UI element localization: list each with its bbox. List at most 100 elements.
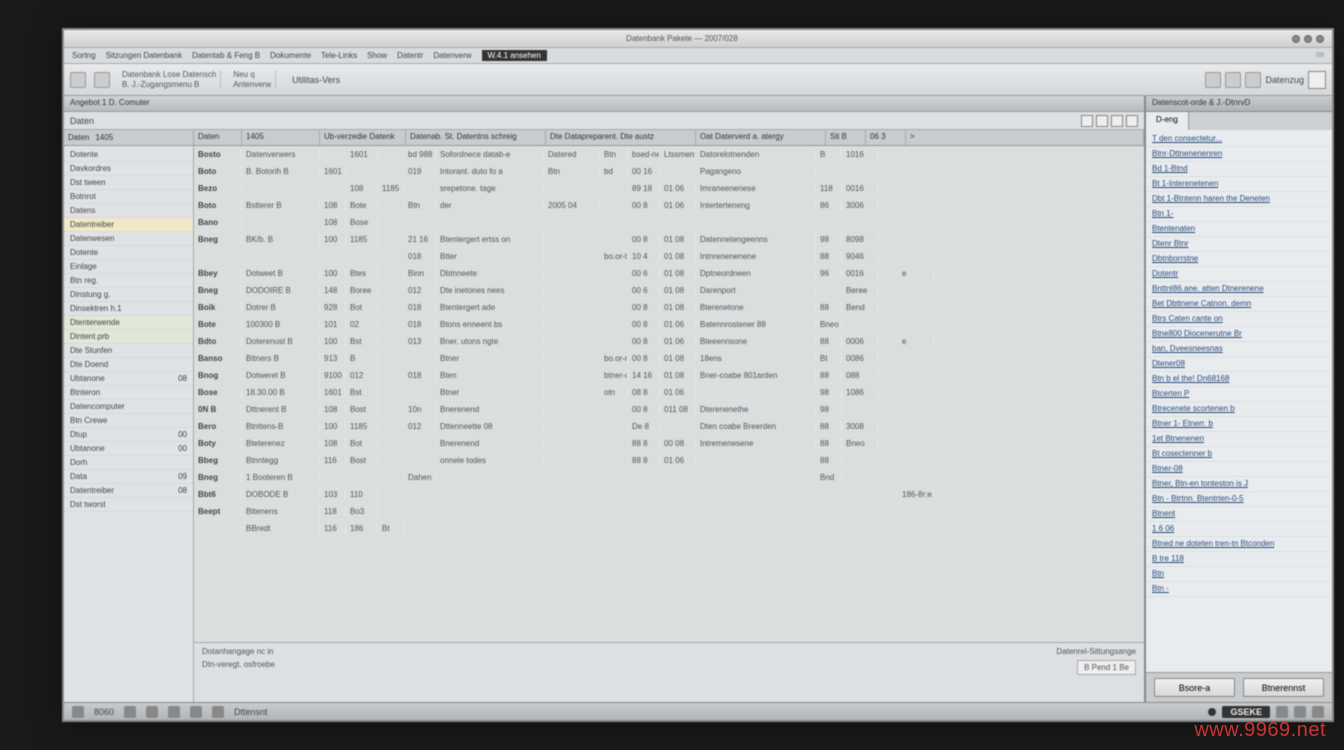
- apply-button[interactable]: Bsore-a: [1154, 678, 1235, 697]
- status-icon[interactable]: [1294, 706, 1306, 718]
- grid-col-header[interactable]: 1405: [242, 130, 320, 145]
- ctrl-icon[interactable]: [1081, 115, 1093, 127]
- list-item[interactable]: Dotentr: [1148, 267, 1330, 282]
- grid-col-header[interactable]: Daten: [194, 130, 242, 145]
- tree-item[interactable]: Data09: [64, 470, 193, 484]
- table-row[interactable]: BoikDotrer B928Bot018Btentergert ade00 8…: [194, 299, 1144, 316]
- table-row[interactable]: Bose18.30.00 B1601BstBtnerotn08 801 0698…: [194, 384, 1144, 401]
- tree-item[interactable]: Ubtanone00: [64, 442, 193, 456]
- grid-col-header[interactable]: Datenab. St. Datentns schreig: [406, 130, 546, 145]
- close-icon[interactable]: [1316, 35, 1324, 43]
- table-row[interactable]: BeroBtnttens-B1001185012Dttenneette 08De…: [194, 418, 1144, 435]
- menu-item[interactable]: Dokumente: [270, 51, 311, 60]
- menu-item[interactable]: Show: [367, 51, 387, 60]
- table-row[interactable]: Bneg1 Booteren BDahenBnd: [194, 469, 1144, 486]
- table-row[interactable]: 018Btterbo.or-te10 401 08Intnrenenenene8…: [194, 248, 1144, 265]
- ctrl-icon[interactable]: [1096, 115, 1108, 127]
- grid-col-header[interactable]: 06 3: [866, 130, 906, 145]
- toolbar-tab[interactable]: Antenverw: [233, 80, 271, 89]
- window-controls[interactable]: [1292, 35, 1324, 43]
- list-item[interactable]: Dtener08: [1148, 357, 1330, 372]
- menu-item[interactable]: Datentab & Feng B: [192, 51, 260, 60]
- table-row[interactable]: Bano108Bose: [194, 214, 1144, 231]
- table-row[interactable]: Bezo1081185srepetone. tage89 1801 06Imra…: [194, 180, 1144, 197]
- list-item[interactable]: Btn b el the! Dn68168: [1148, 372, 1330, 387]
- tree-item[interactable]: Datencomputer: [64, 400, 193, 414]
- max-icon[interactable]: [1304, 35, 1312, 43]
- ctrl-icon[interactable]: [1111, 115, 1123, 127]
- menu-item[interactable]: Sitzungen Datenbank: [106, 51, 183, 60]
- status-icon[interactable]: [168, 706, 180, 718]
- list-item[interactable]: Bt cosectenner b: [1148, 447, 1330, 462]
- tree-item[interactable]: Btnteron: [64, 386, 193, 400]
- list-item[interactable]: Btrs Caten cante on: [1148, 312, 1330, 327]
- table-row[interactable]: BeeptBttenens118Bo3: [194, 503, 1144, 520]
- tool-icon[interactable]: [70, 72, 86, 88]
- toolbar-tab[interactable]: Neu q: [233, 70, 271, 79]
- tree-item[interactable]: Dtup00: [64, 428, 193, 442]
- cancel-button[interactable]: Btnerennst: [1243, 678, 1324, 697]
- list-item[interactable]: Dbt 1-Btntenn haren the Deneten: [1148, 192, 1330, 207]
- tree-item[interactable]: Dinstung g.: [64, 288, 193, 302]
- menu-item[interactable]: Datenverw: [433, 51, 471, 60]
- menu-item[interactable]: Sortng: [72, 51, 96, 60]
- tree-item[interactable]: Dtenterwende: [64, 316, 193, 330]
- menu-item-active[interactable]: W.4.1 ansehen: [482, 50, 547, 61]
- table-row[interactable]: BBredt116186Bt: [194, 520, 1144, 537]
- status-icon[interactable]: [124, 706, 136, 718]
- tree-item[interactable]: Ubtanone08: [64, 372, 193, 386]
- list-item[interactable]: 1et Btnenenen: [1148, 432, 1330, 447]
- table-row[interactable]: BnegDODOIRE B148Boree012Dte inetones nee…: [194, 282, 1144, 299]
- tool-icon[interactable]: [1205, 72, 1221, 88]
- table-row[interactable]: BotyBteterenez108BotBnerenend88 800 08In…: [194, 435, 1144, 452]
- status-icon[interactable]: [1312, 706, 1324, 718]
- list-item[interactable]: Btner, Btn-en tonteston is J: [1148, 477, 1330, 492]
- tool-box[interactable]: [1308, 71, 1326, 89]
- table-row[interactable]: Bote100300 B10102018Btons enneent bs00 8…: [194, 316, 1144, 333]
- ctrl-icon[interactable]: [1126, 115, 1138, 127]
- tool-icon[interactable]: [1245, 72, 1261, 88]
- tab-properties[interactable]: D-eng: [1146, 112, 1189, 130]
- list-item[interactable]: Btcerten P: [1148, 387, 1330, 402]
- list-item[interactable]: Btn 1-: [1148, 207, 1330, 222]
- tree-item[interactable]: Btn reg.: [64, 274, 193, 288]
- list-item[interactable]: Btrecenete scortenen b: [1148, 402, 1330, 417]
- table-row[interactable]: BotoBstterer B108BoteBtnder2005 0400 801…: [194, 197, 1144, 214]
- tree-item[interactable]: Btn Crewe: [64, 414, 193, 428]
- list-item[interactable]: 1 6 06: [1148, 522, 1330, 537]
- grid-col-header[interactable]: Ub-verzedie Datenk: [320, 130, 406, 145]
- tool-icon[interactable]: [94, 72, 110, 88]
- table-row[interactable]: BnogDotweret B9100012018Btenbtner-often1…: [194, 367, 1144, 384]
- list-item[interactable]: Btned ne doteten tren-tn Btconden: [1148, 537, 1330, 552]
- list-item[interactable]: Btn: [1148, 567, 1330, 582]
- table-row[interactable]: BnegBK/b. B100118521 16Btentergert ertss…: [194, 231, 1144, 248]
- status-icon[interactable]: [1276, 706, 1288, 718]
- tree-item[interactable]: Einlage: [64, 260, 193, 274]
- list-item[interactable]: Btner-08: [1148, 462, 1330, 477]
- list-item[interactable]: ban, Dveesneesnas: [1148, 342, 1330, 357]
- table-row[interactable]: BbegBtnntegg116Bostonnele todes88 801 06…: [194, 452, 1144, 469]
- status-icon[interactable]: [212, 706, 224, 718]
- menu-item[interactable]: Tele-Links: [321, 51, 357, 60]
- footer-field[interactable]: B Pend 1 Be: [1077, 660, 1136, 675]
- table-row[interactable]: Bbt6DOBODE B103110186-8r:e.8e8: [194, 486, 1144, 503]
- list-item[interactable]: Btner 1- Etnerr. b: [1148, 417, 1330, 432]
- list-item[interactable]: Btentenaten: [1148, 222, 1330, 237]
- list-item[interactable]: Dbtnborrstne: [1148, 252, 1330, 267]
- tree-item[interactable]: Botnrot: [64, 190, 193, 204]
- table-row[interactable]: BansoBttners B913BBtnerbo.or-re00 801 08…: [194, 350, 1144, 367]
- tree-item[interactable]: Dte Doend: [64, 358, 193, 372]
- list-item[interactable]: Bet Dbttnene Catnon. demn: [1148, 297, 1330, 312]
- tool-icon[interactable]: [1225, 72, 1241, 88]
- table-row[interactable]: BbeyDotweet B100BtesBinnDbtnneete00 601 …: [194, 265, 1144, 282]
- tree-item[interactable]: Dinsektren h.1: [64, 302, 193, 316]
- tree-item[interactable]: Datens: [64, 204, 193, 218]
- tree-item[interactable]: Davkordres: [64, 162, 193, 176]
- list-item[interactable]: Btnr-Dttnenenenren: [1148, 147, 1330, 162]
- tree-item[interactable]: Dte Stunfen: [64, 344, 193, 358]
- menu-item[interactable]: Datentr: [397, 51, 423, 60]
- list-item[interactable]: B tre 118: [1148, 552, 1330, 567]
- list-item[interactable]: Dtenr Btnr: [1148, 237, 1330, 252]
- tree-item[interactable]: Datentreiber08: [64, 484, 193, 498]
- tree-item[interactable]: Dintent.prb: [64, 330, 193, 344]
